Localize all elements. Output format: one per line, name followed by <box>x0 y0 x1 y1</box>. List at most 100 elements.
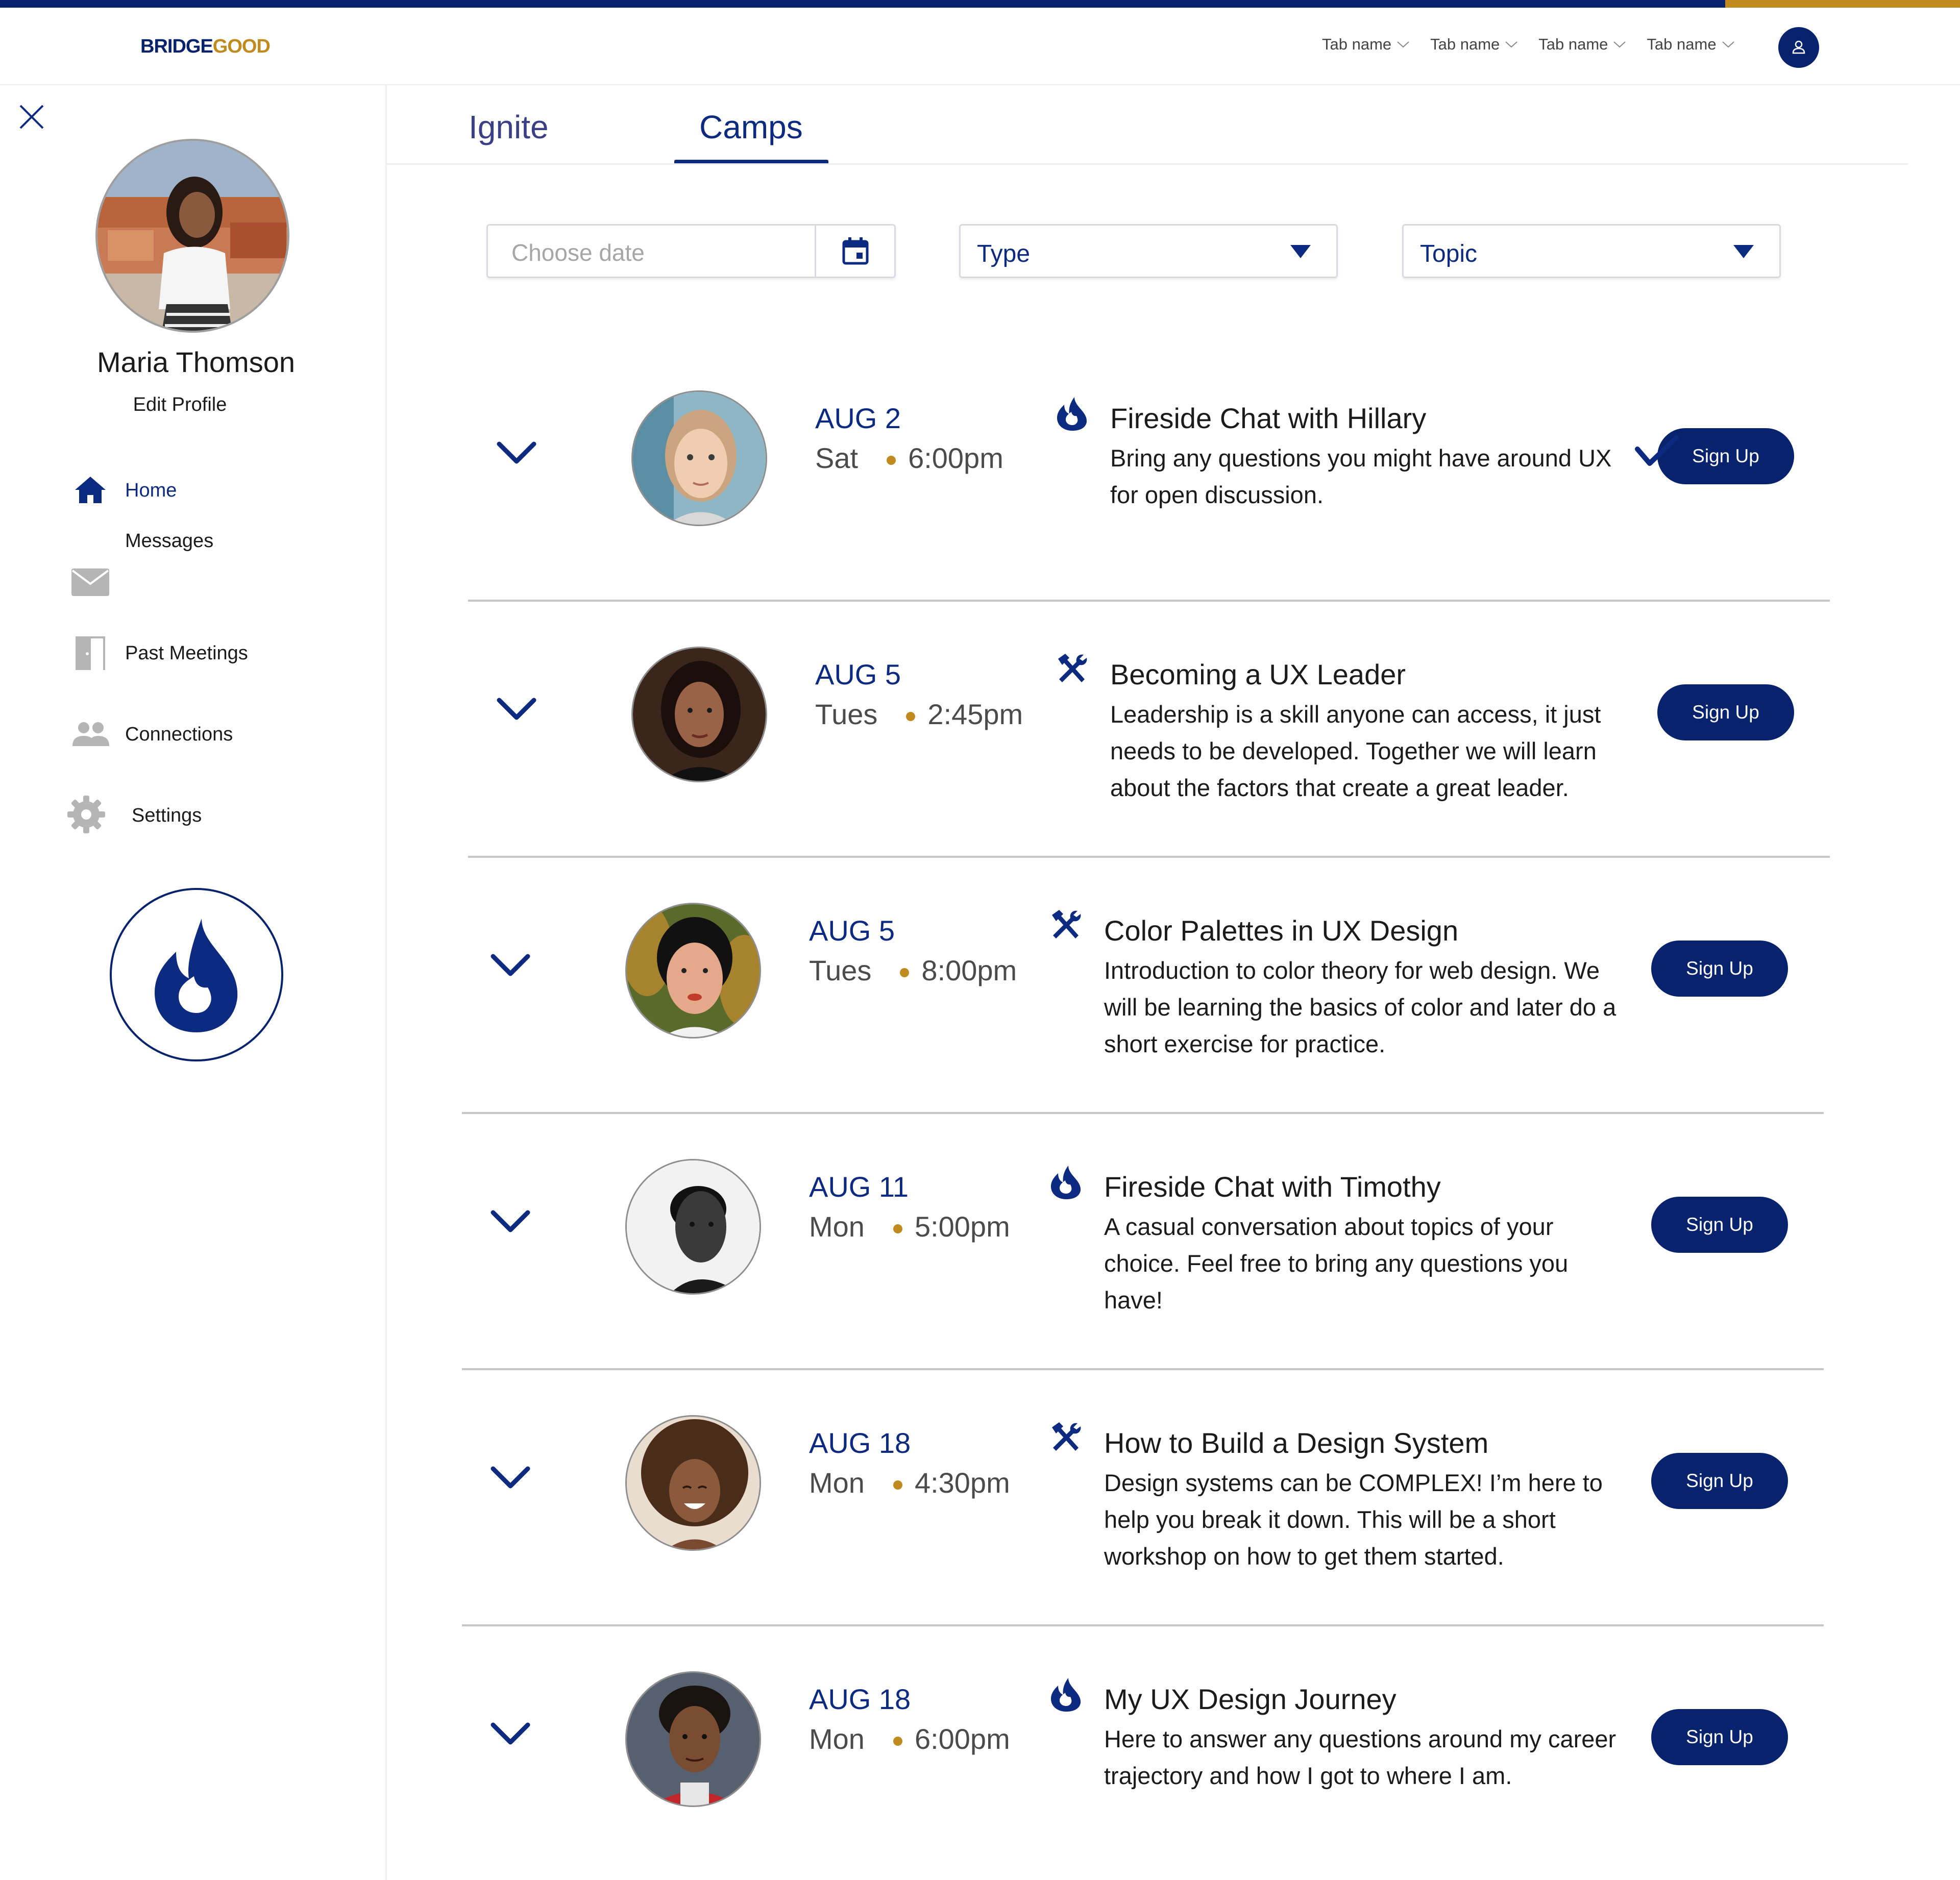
profile-name: Maria Thomson <box>96 346 295 378</box>
event-description: Bring any questions you might have aroun… <box>1110 444 1612 508</box>
flame-icon <box>1048 1164 1084 1200</box>
dot-separator <box>893 1224 902 1234</box>
bridgegood-logo[interactable]: BRIDGEGOOD <box>140 36 271 58</box>
caret-down-icon <box>1733 245 1754 258</box>
dot-separator <box>893 1737 902 1746</box>
event-description: Design systems can be COMPLEX! I’m here … <box>1104 1469 1603 1570</box>
topnav-tab-2[interactable]: Tab name <box>1430 33 1518 56</box>
accent-gold <box>1725 0 1960 8</box>
topic-dropdown[interactable]: Topic <box>1402 224 1781 278</box>
dot-separator <box>893 1480 902 1490</box>
close-icon[interactable] <box>16 102 47 132</box>
profile-avatar[interactable] <box>95 139 289 333</box>
user-icon <box>1792 40 1805 54</box>
event-row: AUG 11 Mon 5:00pm Fireside Chat with Timo… <box>462 1114 1824 1370</box>
tools-icon <box>1054 652 1090 687</box>
main-tabs: Ignite Camps <box>387 85 1960 166</box>
flame-icon <box>1048 1676 1084 1712</box>
sign-up-button[interactable]: Sign Up <box>1651 1453 1788 1509</box>
chevron-down-icon[interactable] <box>490 1721 531 1746</box>
host-avatar <box>625 1159 761 1295</box>
tab-ignite[interactable]: Ignite <box>469 108 549 146</box>
date-input[interactable]: Choose date <box>511 239 645 266</box>
event-date: AUG 11 <box>809 1171 909 1203</box>
chevron-down-icon[interactable] <box>496 696 537 722</box>
event-title: Becoming a UX Leader <box>1110 658 1406 690</box>
date-picker[interactable]: Choose date <box>486 224 896 278</box>
tab-camps[interactable]: Camps <box>699 108 803 146</box>
chevron-down-icon[interactable] <box>490 1208 531 1234</box>
event-date: AUG 18 <box>809 1427 911 1459</box>
top-nav: Tab name Tab name Tab name Tab name <box>1322 33 1735 56</box>
sidebar: Maria Thomson Edit Profile Home Messages… <box>0 85 387 1880</box>
event-time: Tues 2:45pm <box>815 698 1023 730</box>
calendar-button[interactable] <box>815 226 895 277</box>
flame-icon <box>155 919 238 1032</box>
host-avatar <box>625 903 761 1038</box>
edit-profile-link[interactable]: Edit Profile <box>0 394 360 416</box>
gear-icon <box>67 796 105 833</box>
dot-separator <box>900 968 910 978</box>
top-accent-bar <box>0 0 1960 8</box>
dot-separator <box>906 712 916 722</box>
event-title: How to Build a Design System <box>1104 1427 1489 1459</box>
chevron-down-icon <box>1397 41 1409 48</box>
sidebar-item-label: Past Meetings <box>125 642 248 664</box>
event-row: AUG 2 Sat 6:00pm Fireside Chat with Hilla… <box>468 345 1830 602</box>
tools-icon <box>1048 908 1084 944</box>
event-date: AUG 5 <box>815 658 901 690</box>
event-title: Color Palettes in UX Design <box>1104 914 1459 947</box>
sign-up-button[interactable]: Sign Up <box>1651 1709 1788 1765</box>
mail-icon <box>71 568 109 596</box>
sidebar-item-label: Connections <box>125 724 233 745</box>
host-avatar <box>631 647 767 782</box>
caret-down-icon <box>1290 245 1311 258</box>
host-avatar <box>625 1671 761 1807</box>
event-time: Tues 8:00pm <box>809 954 1017 986</box>
event-row: AUG 5 Tues 2:45pm Becoming a UX Leader Le… <box>468 602 1830 858</box>
sign-up-button[interactable]: Sign Up <box>1651 1197 1788 1253</box>
event-time: Mon 5:00pm <box>809 1210 1010 1243</box>
type-dropdown[interactable]: Type <box>959 224 1338 278</box>
chevron-down-icon <box>1613 41 1626 48</box>
host-avatar <box>625 1415 761 1551</box>
event-description: Leadership is a skill anyone can access,… <box>1110 701 1601 801</box>
people-icon <box>72 722 109 746</box>
event-description: Introduction to color theory for web des… <box>1104 957 1616 1057</box>
topnav-tab-1[interactable]: Tab name <box>1322 33 1410 56</box>
event-description: A casual conversation about topics of yo… <box>1104 1213 1569 1314</box>
sidebar-item-label: Settings <box>132 805 202 826</box>
chevron-down-icon[interactable] <box>490 952 531 978</box>
topnav-tab-4[interactable]: Tab name <box>1647 33 1734 56</box>
event-title: Fireside Chat with Hillary <box>1110 402 1427 434</box>
accent-navy <box>0 0 1725 8</box>
event-description: Here to answer any questions around my c… <box>1104 1725 1616 1789</box>
calendar-icon <box>842 237 869 265</box>
home-icon <box>75 477 106 503</box>
event-time: Sat 6:00pm <box>815 442 1003 474</box>
tabs-divider <box>387 163 1908 165</box>
topic-dropdown-label: Topic <box>1420 240 1478 267</box>
event-time: Mon 4:30pm <box>809 1467 1010 1499</box>
door-icon <box>76 636 105 670</box>
event-date: AUG 18 <box>809 1683 911 1715</box>
type-dropdown-label: Type <box>977 240 1031 267</box>
host-avatar <box>631 390 767 526</box>
account-button[interactable] <box>1778 27 1819 68</box>
chevron-down-icon <box>1722 41 1734 48</box>
checkmark-icon <box>1635 435 1679 466</box>
sign-up-button[interactable]: Sign Up <box>1657 684 1794 740</box>
sidebar-item-label: Home <box>125 480 177 501</box>
dot-separator <box>887 456 896 465</box>
chevron-down-icon <box>1505 41 1517 48</box>
sign-up-button[interactable]: Sign Up <box>1651 941 1788 997</box>
event-time: Mon 6:00pm <box>809 1723 1010 1755</box>
chevron-down-icon[interactable] <box>496 440 537 465</box>
chevron-down-icon[interactable] <box>490 1465 531 1490</box>
ignite-badge <box>110 888 283 1061</box>
event-row: AUG 18 Mon 4:30pm How to Build a Design S… <box>462 1370 1824 1626</box>
event-title: My UX Design Journey <box>1104 1683 1396 1715</box>
topnav-tab-3[interactable]: Tab name <box>1538 33 1626 56</box>
event-row: AUG 18 Mon 6:00pm My UX Design Journey He… <box>462 1626 1824 1880</box>
top-header: BRIDGEGOOD Tab name Tab name Tab name Ta… <box>0 8 1960 85</box>
